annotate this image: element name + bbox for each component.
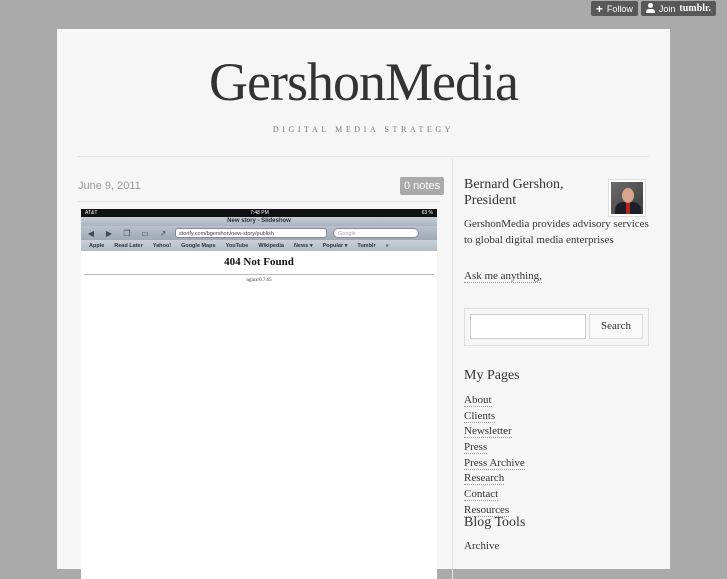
- join-tumblr-button[interactable]: Join tumblr.: [640, 1, 716, 16]
- tumblr-brand: tumblr.: [679, 3, 711, 14]
- bookmark-item: YouTube: [225, 242, 249, 249]
- bookmark-item: News ▾: [293, 242, 313, 249]
- bookmarks-icon: ▭: [141, 228, 149, 238]
- server-signature: nginx/0.7.65: [246, 278, 272, 283]
- ios-status-bar: AT&T 7:48 PM 63 %: [81, 209, 437, 217]
- avatar-tie: [626, 202, 630, 214]
- double-chevron-icon: »: [385, 242, 389, 249]
- bookmark-item: Read Later: [114, 242, 143, 249]
- post-image: AT&T 7:48 PM 63 % New story - Slideshow …: [81, 209, 437, 579]
- share-icon: ↗: [159, 228, 167, 238]
- post-divider: [78, 201, 440, 202]
- back-icon: ◀: [87, 228, 95, 238]
- join-label: Join: [658, 3, 676, 14]
- my-pages-heading: My Pages: [464, 368, 520, 383]
- avatar-face: [622, 188, 634, 203]
- browser-page-title: New story - Slideshow: [81, 217, 437, 226]
- follow-button[interactable]: + Follow: [590, 1, 638, 16]
- list-item: Clients: [464, 406, 525, 423]
- follow-label: Follow: [606, 3, 633, 14]
- list-item: Press Archive: [464, 453, 525, 470]
- tumblr-controls: + Follow Join tumblr.: [590, 1, 716, 16]
- forward-icon: ▶: [105, 228, 113, 238]
- header-divider: [77, 156, 649, 157]
- person-icon: [645, 3, 655, 14]
- search-form: Search: [464, 308, 649, 346]
- list-item: Newsletter: [464, 421, 525, 439]
- list-item: Contact: [464, 484, 525, 502]
- time-label: 7:48 PM: [250, 210, 269, 216]
- search-input[interactable]: [470, 314, 586, 339]
- list-item: Resources: [464, 500, 525, 517]
- battery-label: 63 %: [421, 210, 433, 216]
- plus-icon: +: [595, 1, 603, 16]
- bookmark-item: Wikipedia: [258, 242, 284, 249]
- bookmark-item: Apple: [89, 242, 105, 249]
- browser-search-field: Google: [333, 228, 419, 238]
- search-button[interactable]: Search: [589, 314, 643, 339]
- carrier-label: AT&T: [85, 210, 98, 216]
- bookmark-item: Yahoo!: [152, 242, 172, 249]
- browser-toolbar: ◀ ▶ ❐ ▭ ↗ storify.com/bgershon/new-story…: [81, 226, 437, 240]
- bookmark-item: Tumblr: [357, 242, 376, 249]
- blog-tools-heading: Blog Tools: [464, 515, 526, 530]
- bookmark-item: Popular ▾: [322, 242, 348, 249]
- blog-title[interactable]: GershonMedia: [57, 51, 670, 113]
- bookmarks-bar: Apple Read Later Yahoo! Google Maps YouT…: [81, 240, 437, 251]
- list-item: Press: [464, 437, 525, 455]
- pages-list: About Clients Newsletter Press Press Arc…: [464, 390, 525, 517]
- error-title: 404 Not Found: [224, 256, 294, 268]
- list-item: About: [464, 390, 525, 407]
- blog-tagline: DIGITAL MEDIA STRATEGY: [272, 125, 455, 134]
- avatar[interactable]: [608, 179, 646, 217]
- notes-count-badge[interactable]: 0 notes: [400, 177, 445, 195]
- post-date[interactable]: June 9, 2011: [78, 180, 141, 192]
- ask-me-anything-link[interactable]: Ask me anything,: [464, 270, 542, 283]
- archive-link[interactable]: Archive: [464, 540, 499, 552]
- error-divider: [84, 274, 434, 275]
- bookmark-item: Google Maps: [181, 242, 216, 249]
- browser-url-field: storify.com/bgershon/new-story/publish: [175, 228, 327, 238]
- author-name: Bernard Gershon, President: [464, 177, 564, 208]
- list-item: Research: [464, 468, 525, 486]
- blog-container: GershonMedia DIGITAL MEDIA STRATEGY June…: [57, 29, 670, 579]
- blog-description: GershonMedia provides advisory services …: [464, 218, 649, 246]
- column-divider: [452, 159, 453, 579]
- tabs-icon: ❐: [123, 228, 131, 238]
- avatar-photo: [611, 182, 643, 214]
